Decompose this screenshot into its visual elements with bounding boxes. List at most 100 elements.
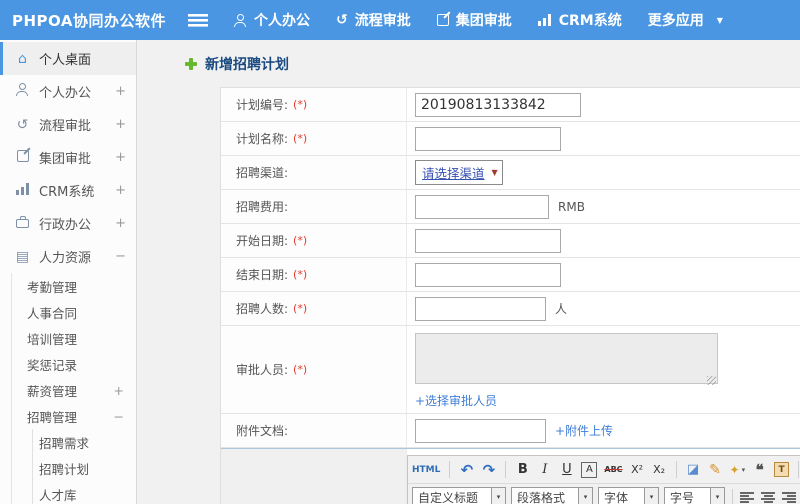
paste-as-text-icon[interactable]: T bbox=[774, 462, 790, 477]
sidebar-item-personal-office[interactable]: 个人办公 + bbox=[0, 75, 136, 108]
nav-crm-system[interactable]: CRM系统 bbox=[537, 10, 622, 30]
collapse-icon[interactable]: − bbox=[115, 249, 126, 264]
end-date-input[interactable] bbox=[415, 262, 561, 287]
sidebar-item-recruit-demand[interactable]: 招聘需求 bbox=[33, 429, 136, 455]
chevron-down-icon: ▼ bbox=[491, 168, 498, 177]
approvers-textarea[interactable] bbox=[415, 333, 718, 384]
required-mark: (*) bbox=[293, 302, 308, 315]
required-mark: (*) bbox=[293, 234, 308, 247]
required-mark: (*) bbox=[293, 268, 308, 281]
expand-icon[interactable]: + bbox=[115, 216, 126, 231]
attachment-upload-link[interactable]: +附件上传 bbox=[555, 422, 613, 439]
sidebar-item-hr-contract[interactable]: 人事合同 bbox=[12, 299, 136, 325]
expand-icon[interactable]: + bbox=[115, 117, 126, 132]
wand-glyph: ✦ bbox=[729, 462, 740, 477]
select-approvers-link[interactable]: +选择审批人员 bbox=[415, 392, 497, 409]
sidebar-item-talent-pool[interactable]: 人才库 bbox=[33, 481, 136, 504]
custom-heading-select[interactable]: 自定义标题 ▾ bbox=[412, 486, 507, 504]
required-mark: (*) bbox=[293, 98, 308, 111]
chevron-down-icon: ▾ bbox=[741, 465, 746, 474]
align-left-icon[interactable] bbox=[740, 491, 755, 503]
sidebar-item-label: 行政办公 bbox=[39, 218, 92, 233]
sidebar: ⌂ 个人桌面 个人办公 + ↺ 流程审批 + 集团审批 + CRM系统 + 行政… bbox=[0, 40, 137, 504]
hamburger-menu-icon[interactable] bbox=[188, 13, 208, 27]
rich-text-editor: HTML ↶ ↷ B I U A ABC X² X₂ ◪ ✎ ✦ ▾ ❝ T 自… bbox=[407, 455, 800, 504]
headcount-input[interactable] bbox=[415, 296, 546, 321]
bold-button[interactable]: B bbox=[515, 460, 530, 480]
sidebar-item-label: 考勤管理 bbox=[27, 279, 78, 295]
plan-no-input[interactable] bbox=[415, 92, 581, 117]
sidebar-item-crm[interactable]: CRM系统 + bbox=[0, 174, 136, 207]
font-size-select[interactable]: 字号 ▾ bbox=[664, 486, 726, 504]
field-label: 计划编号: bbox=[236, 98, 289, 112]
undo-icon[interactable]: ↶ bbox=[459, 460, 474, 480]
plan-name-input[interactable] bbox=[415, 126, 561, 151]
top-bar: PHPOA协同办公软件 个人办公 ↺ 流程审批 集团审批 CRM系统 更多应用 … bbox=[0, 0, 800, 40]
sidebar-item-admin-office[interactable]: 行政办公 + bbox=[0, 207, 136, 240]
font-style-button[interactable]: A bbox=[581, 461, 598, 478]
sidebar-item-group-approval[interactable]: 集团审批 + bbox=[0, 141, 136, 174]
nav-label: 集团审批 bbox=[455, 13, 512, 29]
italic-button[interactable]: I bbox=[537, 460, 552, 480]
sidebar-item-workflow-approval[interactable]: ↺ 流程审批 + bbox=[0, 108, 136, 141]
bar-chart-icon bbox=[537, 14, 552, 26]
eraser-icon[interactable]: ◪ bbox=[686, 460, 701, 480]
sidebar-item-label: 流程审批 bbox=[39, 119, 92, 134]
expand-icon[interactable]: + bbox=[115, 183, 126, 198]
start-date-input[interactable] bbox=[415, 228, 561, 253]
expand-icon[interactable]: + bbox=[115, 84, 126, 99]
main-content: 新增招聘计划 计划编号: (*) 计划名称: (*) bbox=[137, 40, 800, 504]
format-brush-icon[interactable]: ✎ bbox=[708, 460, 723, 480]
sidebar-item-human-resources[interactable]: ▤ 人力资源 − bbox=[0, 240, 136, 273]
toolbar-separator bbox=[732, 488, 734, 504]
paragraph-format-select[interactable]: 段落格式 ▾ bbox=[511, 486, 594, 504]
home-icon: ⌂ bbox=[18, 50, 27, 67]
select-value: 字体 bbox=[604, 490, 629, 504]
sidebar-item-attendance[interactable]: 考勤管理 bbox=[12, 273, 136, 299]
fee-unit: RMB bbox=[558, 199, 585, 214]
strikethrough-button[interactable]: ABC bbox=[604, 460, 622, 480]
sidebar-item-training[interactable]: 培训管理 bbox=[12, 325, 136, 351]
channel-select[interactable]: 请选择渠道 ▼ bbox=[415, 160, 503, 185]
align-center-icon[interactable] bbox=[761, 491, 776, 503]
person-icon bbox=[234, 13, 247, 27]
field-label: 审批人员: bbox=[236, 363, 289, 377]
nav-personal-office[interactable]: 个人办公 bbox=[234, 10, 310, 30]
font-family-select[interactable]: 字体 ▾ bbox=[598, 486, 660, 504]
sidebar-item-label: 培训管理 bbox=[27, 331, 78, 347]
editor-toolbar-row1: HTML ↶ ↷ B I U A ABC X² X₂ ◪ ✎ ✦ ▾ ❝ T bbox=[408, 456, 800, 483]
nav-workflow-approval[interactable]: ↺ 流程审批 bbox=[336, 10, 411, 30]
nav-label: 更多应用 bbox=[647, 13, 704, 29]
person-icon bbox=[16, 83, 29, 96]
sidebar-item-salary[interactable]: 薪资管理 + bbox=[12, 377, 136, 403]
sidebar-item-label: 招聘计划 bbox=[39, 461, 90, 477]
form-row-editor: HTML ↶ ↷ B I U A ABC X² X₂ ◪ ✎ ✦ ▾ ❝ T 自… bbox=[221, 448, 800, 504]
html-source-button[interactable]: HTML bbox=[412, 460, 440, 480]
nav-group-approval[interactable]: 集团审批 bbox=[436, 10, 512, 30]
sidebar-item-personal-desktop[interactable]: ⌂ 个人桌面 bbox=[0, 42, 136, 75]
toolbar-separator bbox=[505, 461, 507, 478]
expand-icon[interactable]: + bbox=[114, 383, 124, 398]
sidebar-item-recruit-plan[interactable]: 招聘计划 bbox=[33, 455, 136, 481]
nav-label: 个人办公 bbox=[254, 13, 310, 29]
underline-button[interactable]: U bbox=[559, 460, 574, 480]
book-icon: ▤ bbox=[15, 248, 30, 265]
fee-input[interactable] bbox=[415, 194, 549, 219]
nav-label: CRM系统 bbox=[558, 13, 622, 29]
sidebar-item-recruit-mgmt[interactable]: 招聘管理 − bbox=[12, 403, 136, 429]
sidebar-item-label: 薪资管理 bbox=[27, 383, 78, 399]
subscript-button[interactable]: X₂ bbox=[652, 460, 667, 480]
redo-icon[interactable]: ↷ bbox=[481, 460, 496, 480]
autoformat-wand-icon[interactable]: ✦ ▾ bbox=[730, 460, 746, 480]
expand-icon[interactable]: + bbox=[115, 150, 126, 165]
superscript-button[interactable]: X² bbox=[630, 460, 645, 480]
nav-more-apps[interactable]: 更多应用 ▼ bbox=[648, 10, 723, 30]
recruit-submenu: 招聘需求 招聘计划 人才库 bbox=[32, 429, 136, 504]
form-row-headcount: 招聘人数: (*) 人 bbox=[221, 292, 800, 326]
collapse-icon[interactable]: − bbox=[114, 409, 124, 424]
attachment-input[interactable] bbox=[415, 418, 546, 443]
sidebar-item-rewards[interactable]: 奖惩记录 bbox=[12, 351, 136, 377]
align-right-icon[interactable] bbox=[782, 491, 797, 503]
blockquote-icon[interactable]: ❝ bbox=[752, 460, 767, 480]
channel-select-value: 请选择渠道 bbox=[422, 166, 485, 181]
